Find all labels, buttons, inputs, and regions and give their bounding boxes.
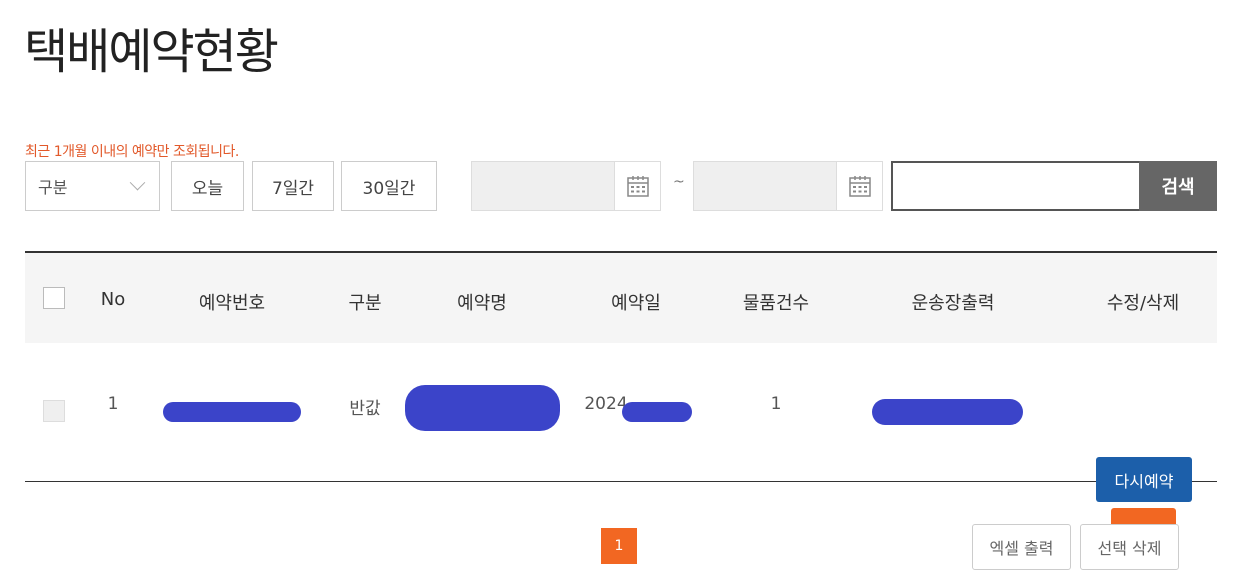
header-reservation-name: 예약명	[457, 293, 507, 314]
period-30days-button[interactable]: 30일간	[341, 161, 437, 211]
page-title: 택배예약현황	[24, 24, 279, 80]
date-separator: ~	[673, 174, 685, 190]
select-all-checkbox[interactable]	[43, 287, 65, 309]
start-date-input[interactable]	[472, 162, 614, 210]
calendar-icon[interactable]	[836, 162, 882, 210]
row-count: 1	[770, 394, 782, 414]
excel-export-button[interactable]: 엑셀 출력	[972, 524, 1071, 570]
header-reservation-date: 예약일	[611, 293, 661, 314]
end-date-input[interactable]	[694, 162, 836, 210]
search-input[interactable]	[891, 161, 1141, 211]
header-item-count: 물품건수	[742, 293, 810, 314]
redacted-reservation-number	[163, 402, 301, 422]
start-date-field[interactable]	[471, 161, 661, 211]
type-select[interactable]: 구분	[25, 161, 160, 211]
row-type: 반값	[349, 399, 381, 419]
redacted-reservation-name	[405, 385, 560, 431]
calendar-icon[interactable]	[614, 162, 660, 210]
reservation-table: No 예약번호 구분 예약명 예약일 물품건수 운송장출력 수정/삭제 1 반값…	[25, 251, 1217, 553]
period-today-button[interactable]: 오늘	[171, 161, 244, 211]
end-date-field[interactable]	[693, 161, 883, 211]
header-type: 구분	[348, 293, 382, 314]
redacted-reservation-date	[622, 402, 692, 422]
table-row: 1 반값 2024 1 다시예약 삭제	[25, 343, 1217, 553]
delete-selected-button[interactable]: 선택 삭제	[1080, 524, 1179, 570]
row-no: 1	[107, 394, 119, 414]
header-no: No	[100, 289, 126, 310]
search-button[interactable]: 검색	[1139, 161, 1217, 211]
type-select-value: 구분	[38, 178, 68, 197]
header-waybill-print: 운송장출력	[911, 293, 995, 314]
header-edit-delete: 수정/삭제	[1106, 293, 1180, 314]
pagination-page-1[interactable]: 1	[601, 528, 637, 564]
chevron-down-icon	[129, 174, 146, 191]
header-reservation-number: 예약번호	[198, 293, 266, 314]
row-checkbox[interactable]	[43, 400, 65, 422]
period-7days-button[interactable]: 7일간	[252, 161, 334, 211]
redacted-waybill	[872, 399, 1023, 425]
rebook-button[interactable]: 다시예약	[1096, 457, 1192, 502]
notice-text: 최근 1개월 이내의 예약만 조회됩니다.	[25, 144, 239, 160]
table-header: No 예약번호 구분 예약명 예약일 물품건수 운송장출력 수정/삭제	[25, 251, 1217, 343]
